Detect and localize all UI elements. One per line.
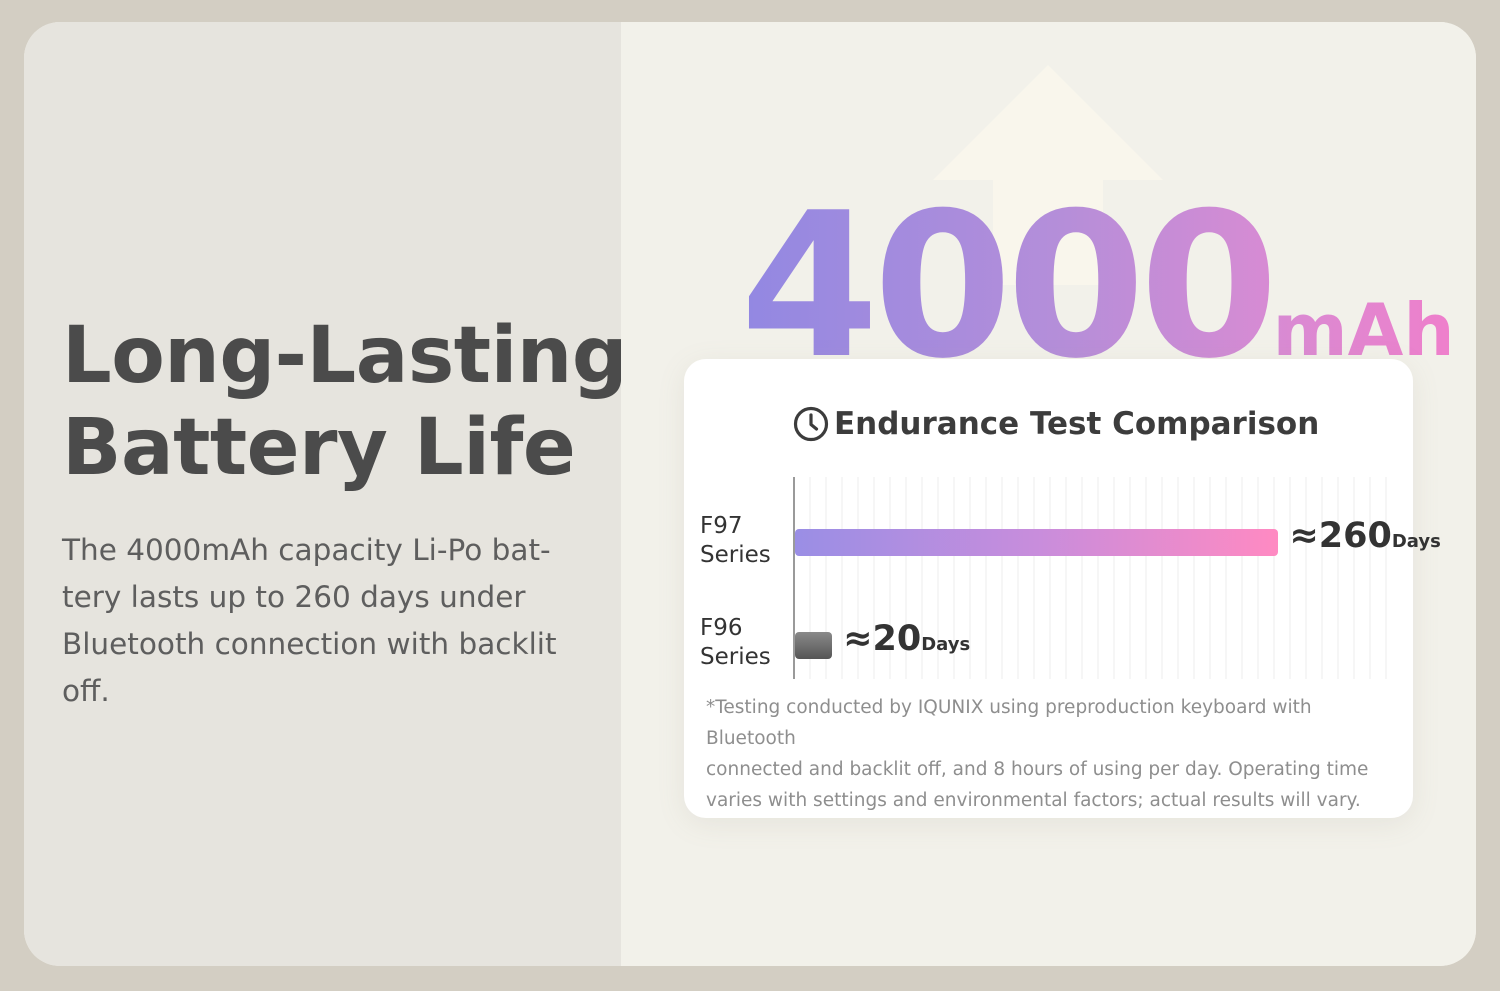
bar-value-label: ≈260Days	[1289, 516, 1440, 556]
bar-value-label: ≈20Days	[843, 619, 970, 659]
comparison-card: Endurance Test Comparison F97 Series ≈260…	[684, 359, 1441, 818]
banner-frame: Long-Lasting Battery Life The 4000mAh ca…	[24, 22, 1476, 966]
bar	[795, 529, 1279, 556]
bar-value: ≈20	[843, 619, 922, 659]
headline: Long-Lasting Battery Life	[62, 310, 628, 494]
headline-line-1: Long-Lasting	[62, 311, 628, 401]
left-panel: Long-Lasting Battery Life The 4000mAh ca…	[24, 22, 628, 966]
bar-value: ≈260	[1289, 516, 1392, 556]
test-footnote: *Testing conducted by IQUNIX using prepr…	[706, 697, 1369, 811]
bar	[795, 632, 833, 659]
bar-unit: Days	[921, 634, 971, 655]
series-label: F96 Series	[700, 615, 771, 670]
bar-unit: Days	[1391, 531, 1441, 552]
description: The 4000mAh capacity Li-Po bat- tery las…	[62, 533, 557, 708]
headline-line-2: Battery Life	[62, 403, 576, 493]
series-label: F97 Series	[700, 513, 771, 568]
